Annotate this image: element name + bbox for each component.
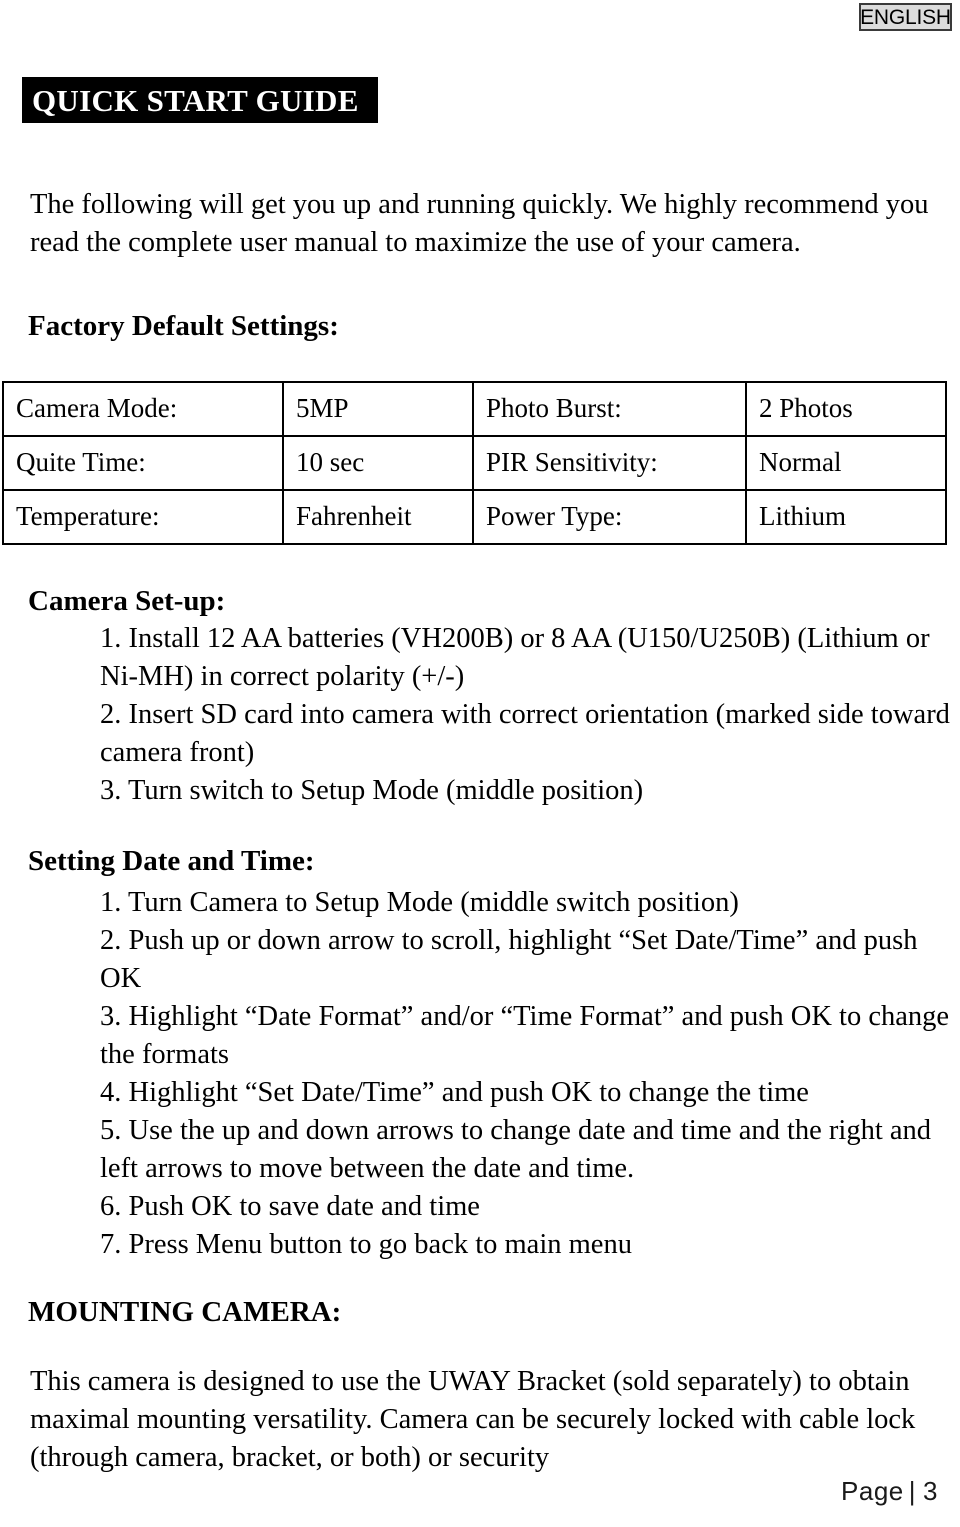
- list-item: 3. Highlight “Date Format” and/or “Time …: [100, 1001, 950, 1070]
- intro-paragraph: The following will get you up and runnin…: [30, 188, 929, 258]
- list-item: 1. Install 12 AA batteries (VH200B) or 8…: [100, 623, 930, 692]
- setting-value: Lithium: [745, 489, 947, 545]
- table-row: Camera Mode: 5MP Photo Burst: 2 Photos: [2, 381, 947, 437]
- list-item: 1. Turn Camera to Setup Mode (middle swi…: [100, 887, 739, 918]
- factory-defaults-table: Camera Mode: 5MP Photo Burst: 2 Photos Q…: [2, 381, 947, 545]
- setting-value: 5MP: [282, 381, 474, 437]
- setting-value: Normal: [745, 435, 947, 491]
- page-title-banner: QUICK START GUIDE: [22, 77, 378, 123]
- list-item: 3. Turn switch to Setup Mode (middle pos…: [100, 775, 644, 806]
- setting-label: Quite Time:: [2, 435, 284, 491]
- heading-camera-setup: Camera Set-up:: [28, 585, 226, 617]
- setting-value: 10 sec: [282, 435, 474, 491]
- list-item: 7. Press Menu button to go back to main …: [100, 1229, 632, 1260]
- language-badge-label: ENGLISH: [860, 5, 951, 29]
- language-badge: ENGLISH: [859, 3, 952, 31]
- list-item: 2. Insert SD card into camera with corre…: [100, 699, 950, 768]
- setting-label: Power Type:: [472, 489, 747, 545]
- list-item: 6. Push OK to save date and time: [100, 1191, 480, 1222]
- heading-mounting-camera: MOUNTING CAMERA:: [28, 1296, 342, 1328]
- setting-date-time-steps: 1. Turn Camera to Setup Mode (middle swi…: [100, 884, 952, 1264]
- heading-factory-default-settings: Factory Default Settings:: [28, 310, 339, 342]
- setting-label: Temperature:: [2, 489, 284, 545]
- list-item: 5. Use the up and down arrows to change …: [100, 1115, 932, 1184]
- setting-label: PIR Sensitivity:: [472, 435, 747, 491]
- setting-value: Fahrenheit: [282, 489, 474, 545]
- table-row: Quite Time: 10 sec PIR Sensitivity: Norm…: [2, 435, 947, 491]
- setting-label: Photo Burst:: [472, 381, 747, 437]
- list-item: 2. Push up or down arrow to scroll, high…: [100, 925, 918, 994]
- setting-value: 2 Photos: [745, 381, 947, 437]
- camera-setup-steps: 1. Install 12 AA batteries (VH200B) or 8…: [100, 620, 952, 810]
- list-item: 4. Highlight “Set Date/Time” and push OK…: [100, 1077, 809, 1108]
- setting-label: Camera Mode:: [2, 381, 284, 437]
- heading-setting-date-and-time: Setting Date and Time:: [28, 845, 315, 877]
- page-footer: Page | 3: [0, 1478, 938, 1504]
- table-row: Temperature: Fahrenheit Power Type: Lith…: [2, 489, 947, 545]
- mounting-camera-paragraph: This camera is designed to use the UWAY …: [30, 1365, 916, 1473]
- footer-page-number: 3: [923, 1476, 938, 1506]
- page-title: QUICK START GUIDE: [32, 82, 359, 118]
- footer-separator: |: [908, 1476, 917, 1506]
- footer-label: Page: [841, 1476, 904, 1506]
